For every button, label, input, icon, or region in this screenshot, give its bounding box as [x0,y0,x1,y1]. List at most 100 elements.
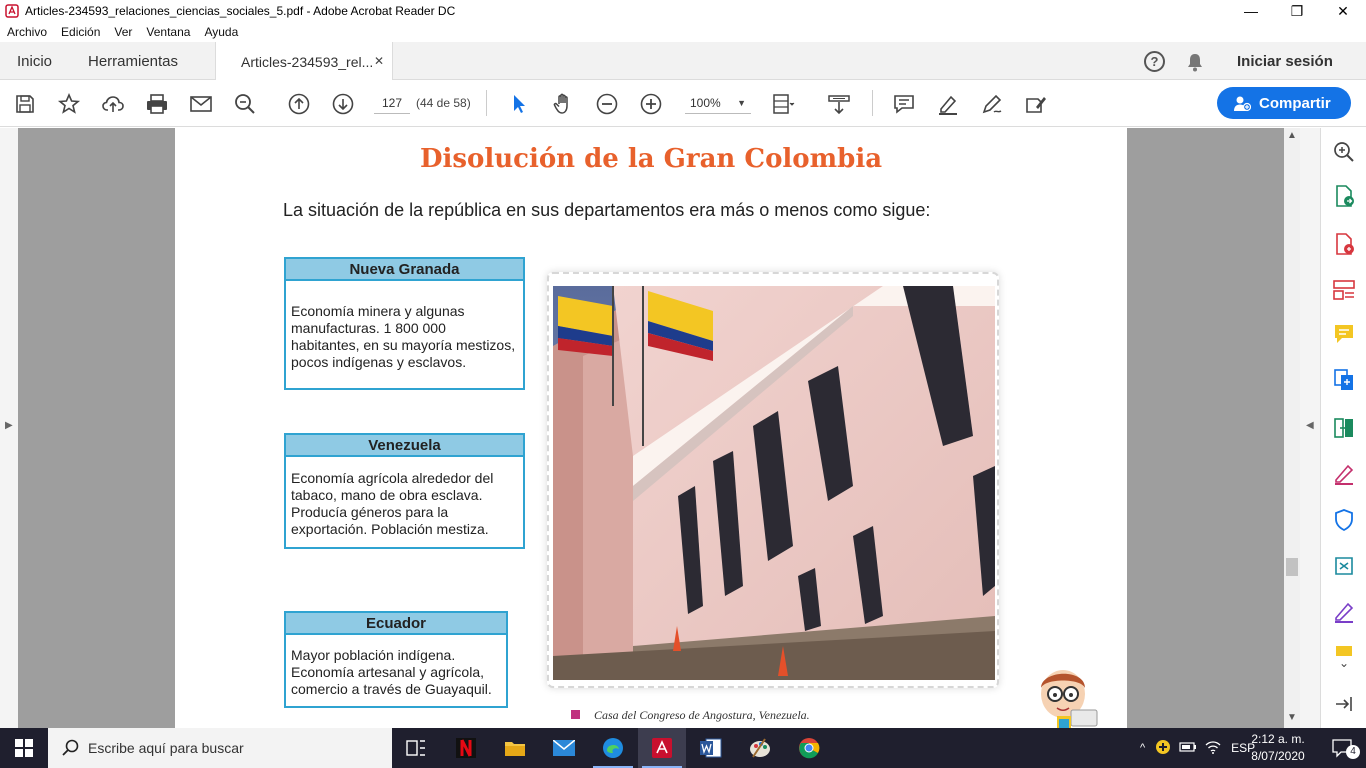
close-button[interactable]: ✕ [1320,0,1366,22]
select-cursor-icon[interactable] [507,92,531,116]
page-layout-icon[interactable] [771,92,795,116]
zoom-search-icon[interactable] [1332,140,1356,164]
acrobat-icon [5,4,19,18]
tab-tools[interactable]: Herramientas [88,53,178,70]
info-box-text: Economía agrícola alrededor del tabaco, … [291,470,494,537]
clock-date: 8/07/2020 [1251,749,1305,763]
windows-icon [15,739,33,757]
zoom-select[interactable]: 100% ▼ [685,92,751,114]
highlight-pen-icon[interactable] [936,92,960,116]
notification-center[interactable]: 4 [1320,728,1366,768]
compare-files-icon[interactable] [1332,416,1356,440]
star-icon[interactable] [57,92,81,116]
taskbar: Escribe aquí para buscar ^ ESP 2:12 a. m… [0,728,1366,768]
hand-tool-icon[interactable] [551,92,575,116]
draw-signature-icon[interactable] [980,92,1004,116]
window-title: Articles-234593_relaciones_ciencias_soci… [25,4,456,18]
export-pdf-icon[interactable] [1332,184,1356,208]
scroll-mode-icon[interactable] [827,92,851,116]
comment-tool-icon[interactable] [1332,322,1356,346]
title-bar: Articles-234593_relaciones_ciencias_soci… [0,0,1366,22]
caption-bullet [571,710,580,719]
minimize-button[interactable]: — [1228,0,1274,22]
network-plus-icon[interactable] [1155,739,1171,758]
tab-document[interactable]: Articles-234593_rel... ✕ [215,42,393,81]
scrollbar-thumb[interactable] [1286,558,1298,576]
mail-icon[interactable] [540,728,588,768]
menu-bar: Archivo Edición Ver Ventana Ayuda [0,22,1366,42]
left-panel-toggle[interactable]: ▶ [0,128,18,728]
acrobat-taskbar-icon[interactable] [638,728,686,768]
more-tools-icon[interactable] [1332,642,1356,656]
fill-sign-icon[interactable] [1332,462,1356,486]
task-view-icon[interactable] [392,728,440,768]
scroll-down-icon[interactable]: ▼ [1287,712,1297,723]
protect-shield-icon[interactable] [1332,508,1356,532]
maximize-button[interactable]: ❐ [1274,0,1320,22]
scroll-up-icon[interactable]: ▲ [1287,130,1297,141]
chrome-icon[interactable] [785,728,833,768]
menu-ayuda[interactable]: Ayuda [204,25,238,39]
page-subtitle: La situación de la república en sus depa… [283,200,931,220]
info-box-ecuador: Ecuador Mayor población indígena. Econom… [284,611,508,708]
info-box-venezuela: Venezuela Economía agrícola alrededor de… [284,433,525,549]
info-box-heading: Venezuela [286,435,523,457]
close-tab-icon[interactable]: ✕ [374,54,384,68]
wifi-icon[interactable] [1205,740,1221,757]
edge-browser-icon[interactable] [589,728,637,768]
tools-pane: ⌄ [1320,128,1366,728]
email-icon[interactable] [189,92,213,116]
info-box-heading: Nueva Granada [286,259,523,281]
toolbar-divider [872,90,873,116]
menu-ver[interactable]: Ver [114,25,132,39]
request-signature-icon[interactable] [1332,600,1356,624]
clock[interactable]: 2:12 a. m. 8/07/2020 [1248,731,1308,765]
share-button[interactable]: Compartir [1217,87,1351,119]
chevron-down-icon: ▼ [737,98,746,108]
collapse-pane-icon[interactable] [1332,692,1356,716]
page-number-input[interactable]: 127 [374,92,410,114]
zoom-in-icon[interactable] [639,92,663,116]
convert-icon[interactable] [1332,554,1356,578]
combine-files-icon[interactable] [1332,368,1356,392]
right-panel-toggle[interactable]: ◀ [1300,128,1320,728]
menu-archivo[interactable]: Archivo [7,25,47,39]
notification-count-badge: 4 [1346,745,1360,759]
organize-pages-icon[interactable] [1332,278,1356,302]
start-button[interactable] [0,728,48,768]
previous-page-icon[interactable] [287,92,311,116]
bell-icon[interactable] [1186,52,1204,72]
battery-icon[interactable] [1179,741,1197,756]
help-icon[interactable]: ? [1144,51,1165,72]
print-icon[interactable] [145,92,169,116]
next-page-icon[interactable] [331,92,355,116]
sign-in-link[interactable]: Iniciar sesión [1237,53,1333,70]
zoom-out-icon[interactable] [595,92,619,116]
edit-pdf-icon[interactable] [1024,92,1048,116]
show-hidden-icons-icon[interactable]: ^ [1140,742,1145,754]
chevron-down-icon[interactable]: ⌄ [1332,656,1356,672]
search-zoom-icon[interactable] [233,92,257,116]
vertical-scrollbar[interactable]: ▲ ▼ [1284,128,1300,728]
system-tray: ^ ESP [1140,728,1255,768]
word-icon[interactable] [687,728,735,768]
menu-edicion[interactable]: Edición [61,25,100,39]
page-count: (44 de 58) [416,96,471,110]
menu-ventana[interactable]: Ventana [146,25,190,39]
comment-icon[interactable] [892,92,916,116]
info-box-heading: Ecuador [286,613,506,635]
page-title: Disolución de la Gran Colombia [419,144,883,174]
expand-left-icon: ◀ [1306,420,1314,431]
netflix-icon[interactable] [442,728,490,768]
save-icon[interactable] [13,92,37,116]
create-pdf-icon[interactable] [1332,232,1356,256]
paint-icon[interactable] [736,728,784,768]
file-explorer-icon[interactable] [491,728,539,768]
taskbar-search[interactable]: Escribe aquí para buscar [48,728,392,768]
pdf-page: Disolución de la Gran Colombia La situac… [175,128,1127,728]
upload-cloud-icon[interactable] [101,92,125,116]
tab-home[interactable]: Inicio [17,53,52,70]
add-user-icon [1233,94,1252,112]
search-icon [62,739,80,757]
toolbar: 127 (44 de 58) 100% ▼ Compartir [0,80,1366,127]
